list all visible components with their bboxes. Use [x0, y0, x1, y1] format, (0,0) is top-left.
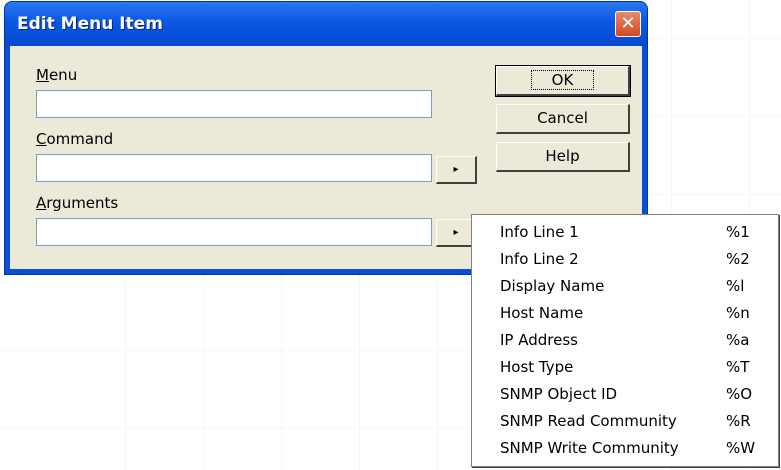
menu-item[interactable]: SNMP Write Community %W	[472, 435, 778, 462]
menu-item-code: %O	[726, 385, 753, 403]
menu-item-label: SNMP Object ID	[500, 385, 618, 403]
menu-item-label: SNMP Read Community	[500, 412, 677, 430]
arguments-label-text: rguments	[46, 194, 119, 212]
menu-label-accelerator: M	[36, 66, 49, 84]
menu-item-code: %a	[726, 331, 750, 349]
ok-button[interactable]: OK	[495, 65, 631, 97]
menu-input[interactable]	[36, 90, 432, 118]
menu-item-label: IP Address	[500, 331, 578, 349]
menu-item[interactable]: Host Name %n	[472, 300, 778, 327]
menu-item-code: %W	[726, 439, 756, 457]
menu-item-code: %R	[726, 412, 751, 430]
dialog-title: Edit Menu Item	[17, 14, 163, 34]
menu-item[interactable]: Info Line 1 %1	[472, 219, 778, 246]
menu-item-label: Info Line 2	[500, 250, 579, 268]
arguments-input[interactable]	[36, 218, 432, 246]
cancel-button[interactable]: Cancel	[496, 104, 630, 134]
close-icon[interactable]: ✕	[615, 11, 641, 37]
menu-item-label: SNMP Write Community	[500, 439, 679, 457]
menu-item[interactable]: SNMP Read Community %R	[472, 408, 778, 435]
menu-item[interactable]: Info Line 2 %2	[472, 246, 778, 273]
menu-item[interactable]: Host Type %T	[472, 354, 778, 381]
help-button[interactable]: Help	[496, 142, 630, 172]
menu-item-code: %2	[726, 250, 750, 268]
chevron-right-icon: ▸	[453, 164, 459, 175]
arguments-label: Arguments	[36, 194, 118, 212]
arguments-popup-menu: Info Line 1 %1 Info Line 2 %2 Display Name…	[471, 214, 779, 467]
menu-item-code: %l	[726, 277, 745, 295]
menu-item-label: Host Name	[500, 304, 584, 322]
command-input[interactable]	[36, 154, 432, 182]
menu-item-code: %T	[726, 358, 750, 376]
chevron-right-icon: ▸	[453, 227, 459, 238]
command-insert-button[interactable]: ▸	[436, 156, 477, 184]
menu-item[interactable]: Display Name %l	[472, 273, 778, 300]
menu-item-label: Display Name	[500, 277, 605, 295]
command-label-accelerator: C	[36, 130, 47, 148]
arguments-label-accelerator: A	[36, 194, 47, 212]
menu-item-label: Host Type	[500, 358, 574, 376]
title-bar[interactable]: Edit Menu Item ✕	[5, 2, 647, 46]
menu-label: Menu	[36, 66, 77, 84]
menu-item[interactable]: IP Address %a	[472, 327, 778, 354]
menu-item[interactable]: SNMP Object ID %O	[472, 381, 778, 408]
menu-item-code: %1	[726, 223, 750, 241]
menu-item-code: %n	[726, 304, 750, 322]
menu-item-label: Info Line 1	[500, 223, 579, 241]
command-label-text: ommand	[46, 130, 114, 148]
command-label: Command	[36, 130, 113, 148]
menu-label-text: enu	[48, 66, 78, 84]
ok-button-label: OK	[530, 70, 595, 90]
